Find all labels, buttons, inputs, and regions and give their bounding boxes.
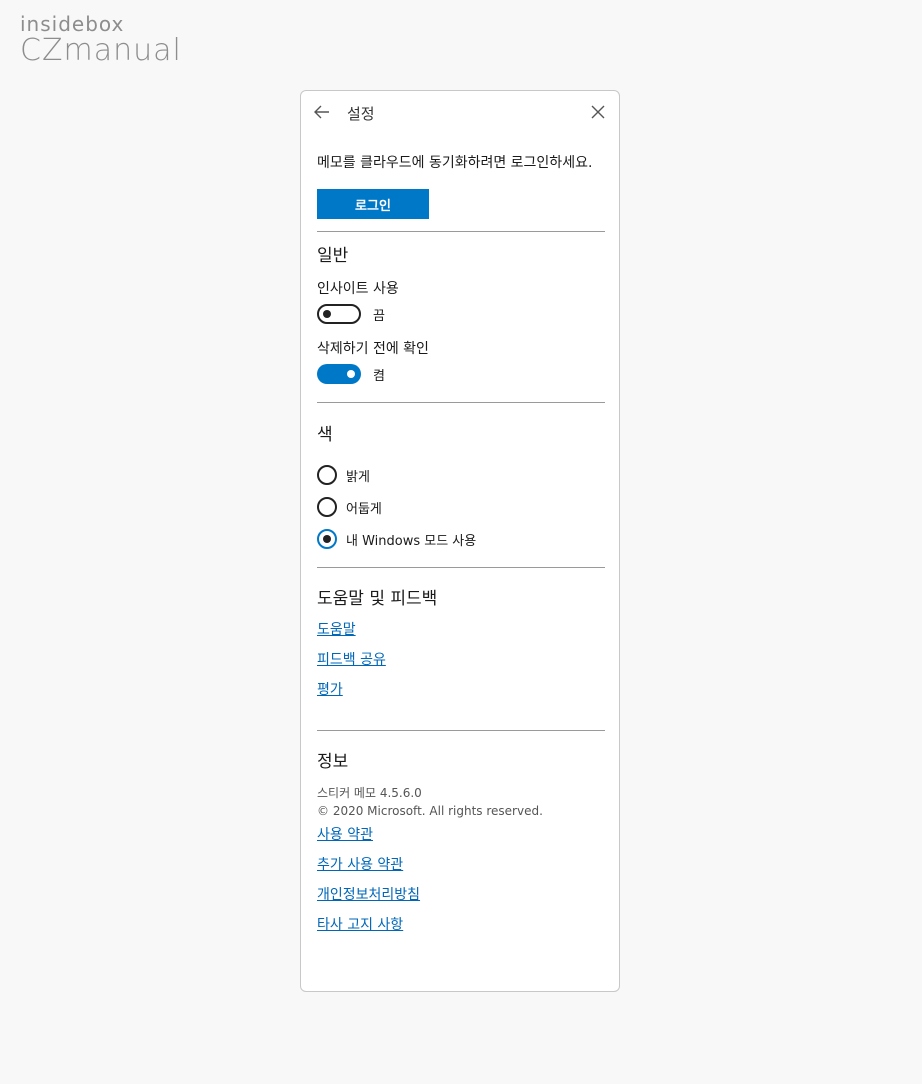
watermark-logo: insidebox CZmanual [20, 14, 182, 66]
insights-label: 인사이트 사용 [317, 281, 399, 297]
divider [317, 730, 605, 731]
radio-option-light[interactable]: 밝게 [317, 459, 605, 491]
title-bar: 설정 [301, 91, 619, 133]
confirm-delete-label: 삭제하기 전에 확인 [317, 341, 429, 357]
radio-button-selected[interactable] [317, 529, 337, 549]
help-links: 도움말 피드백 공유 평가 [317, 615, 605, 705]
close-icon [591, 105, 605, 119]
watermark-top-text: insidebox [20, 12, 125, 36]
back-button[interactable] [311, 101, 333, 123]
radio-label: 내 Windows 모드 사용 [346, 533, 477, 549]
section-title-help: 도움말 및 피드백 [317, 589, 438, 609]
third-party-notice-link[interactable]: 타사 고지 사항 [317, 910, 605, 940]
color-radio-group: 밝게 어둡게 내 Windows 모드 사용 [317, 459, 605, 555]
divider [317, 402, 605, 403]
window-title: 설정 [347, 105, 375, 123]
confirm-delete-toggle-row: 켬 [317, 364, 605, 384]
insights-toggle[interactable] [317, 304, 361, 324]
radio-button[interactable] [317, 497, 337, 517]
section-title-about: 정보 [317, 752, 349, 772]
radio-label: 밝게 [346, 469, 370, 485]
toggle-knob [323, 310, 331, 318]
divider [317, 231, 605, 232]
feedback-link[interactable]: 피드백 공유 [317, 645, 605, 675]
confirm-delete-toggle[interactable] [317, 364, 361, 384]
radio-option-dark[interactable]: 어둡게 [317, 491, 605, 523]
terms-link[interactable]: 사용 약관 [317, 820, 605, 850]
radio-button[interactable] [317, 465, 337, 485]
close-button[interactable] [587, 101, 609, 123]
radio-label: 어둡게 [346, 501, 382, 517]
insights-toggle-row: 끔 [317, 304, 605, 324]
radio-option-windows-mode[interactable]: 내 Windows 모드 사용 [317, 523, 605, 555]
rate-link[interactable]: 평가 [317, 675, 605, 705]
section-title-color: 색 [317, 425, 333, 445]
confirm-delete-toggle-state: 켬 [373, 368, 385, 384]
toggle-knob [347, 370, 355, 378]
about-links: 사용 약관 추가 사용 약관 개인정보처리방침 타사 고지 사항 [317, 820, 605, 940]
divider [317, 567, 605, 568]
additional-terms-link[interactable]: 추가 사용 약관 [317, 850, 605, 880]
login-button[interactable]: 로그인 [317, 189, 429, 219]
privacy-link[interactable]: 개인정보처리방침 [317, 880, 605, 910]
version-text: 스티커 메모 4.5.6.0 [317, 786, 422, 800]
help-link[interactable]: 도움말 [317, 615, 605, 645]
arrow-left-icon [314, 105, 329, 119]
insights-toggle-state: 끔 [373, 308, 385, 324]
settings-window: 설정 메모를 클라우드에 동기화하려면 로그인하세요. 로그인 일반 인사이트 … [300, 90, 620, 992]
radio-dot [323, 535, 331, 543]
sync-description: 메모를 클라우드에 동기화하려면 로그인하세요. [317, 155, 593, 171]
section-title-general: 일반 [317, 246, 349, 266]
settings-content: 메모를 클라우드에 동기화하려면 로그인하세요. 로그인 일반 인사이트 사용 … [317, 153, 605, 940]
copyright-text: © 2020 Microsoft. All rights reserved. [317, 804, 543, 818]
watermark-bottom-text: CZmanual [20, 33, 182, 68]
